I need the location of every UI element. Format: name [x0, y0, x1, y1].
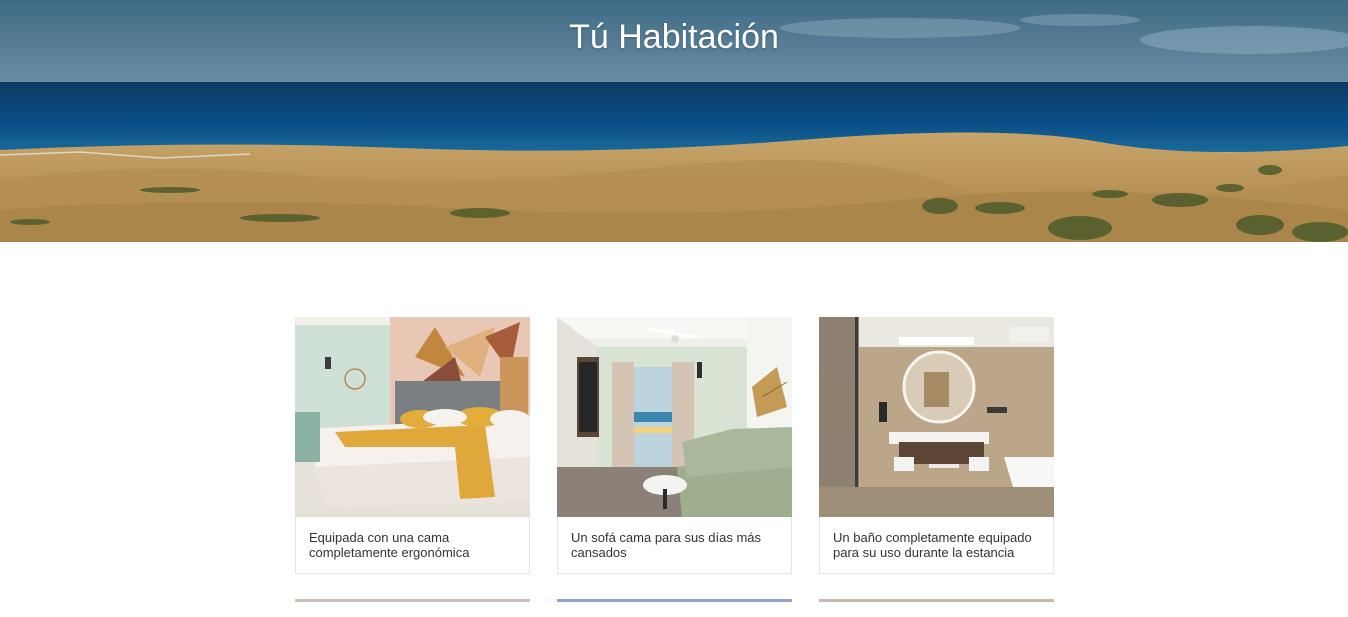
room-card-caption: Un baño completamente equipado para su u… — [833, 530, 1032, 560]
room-feature-cards: Equipada con una cama completamente ergo… — [295, 317, 1055, 617]
room-card-caption: Un sofá cama para sus días más cansados — [571, 530, 762, 560]
room-card-sofa[interactable]: Un sofá cama para sus días más cansados — [557, 317, 792, 574]
hero-banner: Tú Habitación — [0, 0, 1348, 242]
room-card-bathroom[interactable]: Un baño completamente equipado para su u… — [819, 317, 1054, 574]
bedroom-photo — [295, 317, 530, 517]
room-card-caption: Equipada con una cama completamente ergo… — [309, 530, 470, 560]
living-room-sofa-photo — [557, 317, 792, 517]
page-title: Tú Habitación — [569, 18, 779, 56]
bathroom-photo — [819, 317, 1054, 517]
room-card-bed[interactable]: Equipada con una cama completamente ergo… — [295, 317, 530, 574]
